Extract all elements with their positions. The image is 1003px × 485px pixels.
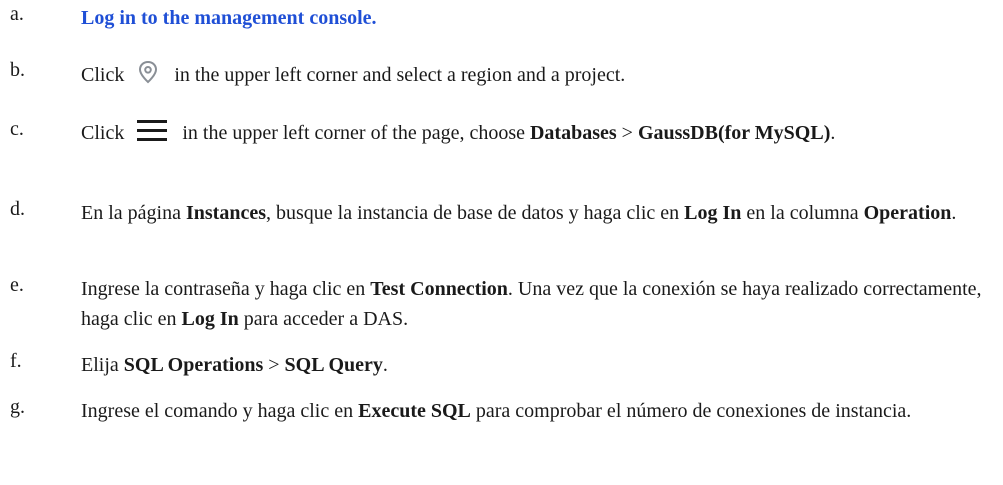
step-text: en la columna [741,202,864,224]
management-console-link[interactable]: Log in to the management console. [81,7,377,29]
test-connection-label: Test Connection [370,278,508,300]
step-text: in the upper left corner of the page, ch… [182,122,530,144]
step-text: para comprobar el número de conexiones d… [470,400,912,422]
step-text: para acceder a DAS. [238,308,409,330]
databases-label: Databases [529,122,617,144]
step-marker: b. [10,59,25,81]
step-marker: d. [10,198,25,220]
step-marker: g. [10,396,25,418]
step-text: . [830,122,836,144]
step-marker: e. [10,274,24,296]
step-marker: a. [10,3,24,25]
sql-query-label: SQL Query [284,354,383,376]
step-text: . [382,354,388,376]
step-content: Click in the upper left corner and selec… [81,59,986,90]
step-content: En la página Instances, busque la instan… [81,198,986,228]
step-text: Ingrese la contraseña y haga clic en [81,278,371,300]
hamburger-menu-icon [135,119,169,143]
step-text: > [263,354,285,376]
log-in-label: Log In [684,202,742,224]
step-text: En la página [81,202,186,224]
execute-sql-label: Execute SQL [358,400,471,422]
gaussdb-label: GaussDB(for MySQL) [637,122,831,144]
instances-label: Instances [185,202,266,224]
step-content: Log in to the management console. [81,3,986,33]
step-text: . [951,202,957,224]
step-marker: f. [10,350,22,372]
operation-label: Operation [863,202,952,224]
step-text: Click [81,64,125,86]
step-text: Click [81,122,125,144]
step-text: Ingrese el comando y haga clic en [81,400,359,422]
step-content: Click in the upper left corner of the pa… [81,118,986,148]
sql-operations-label: SQL Operations [123,354,264,376]
location-pin-icon [135,59,161,85]
step-text: Elija [81,354,124,376]
step-marker: c. [10,118,24,140]
step-content: Elija SQL Operations > SQL Query. [81,350,986,380]
step-content: Ingrese el comando y haga clic en Execut… [81,396,986,426]
step-text: , busque la instancia de base de datos y… [265,202,685,224]
log-in-label: Log In [181,308,239,330]
step-text: in the upper left corner and select a re… [174,64,626,86]
step-text: > [616,122,638,144]
step-content: Ingrese la contraseña y haga clic en Tes… [81,274,986,334]
